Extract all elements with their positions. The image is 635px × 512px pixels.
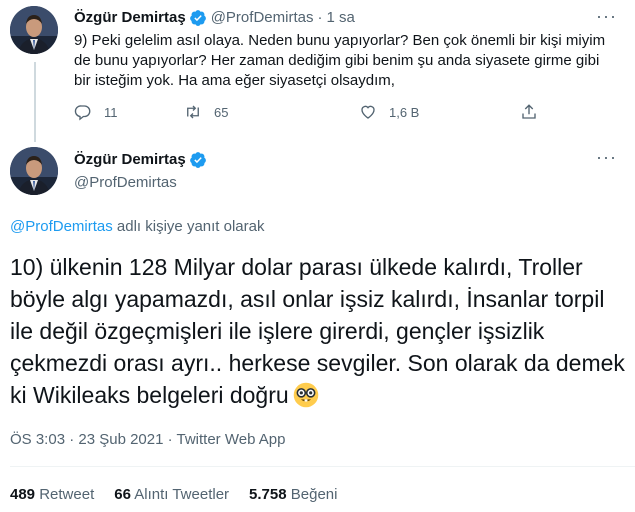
tweet-meta[interactable]: ÖS 3:03 · 23 Şub 2021 · Twitter Web App (10, 430, 285, 450)
verified-badge-icon (189, 10, 206, 26)
reply-mention-link[interactable]: @ProfDemirtas (10, 218, 113, 235)
share-icon (522, 104, 536, 119)
like-icon (361, 105, 375, 119)
thread-connector-line (34, 62, 36, 142)
author-name[interactable]: Özgür Demirtaş (74, 150, 186, 170)
avatar[interactable] (10, 6, 58, 54)
reply-context: @ProfDemirtas adlı kişiye yanıt olarak (10, 217, 265, 237)
stat-count: 5.758 (249, 486, 287, 503)
reply-count: 11 (104, 104, 118, 120)
divider (10, 466, 635, 467)
retweet-icon (187, 105, 199, 119)
verified-badge-icon (189, 152, 206, 168)
reply-button[interactable]: 11 (74, 103, 118, 121)
retweet-stat[interactable]: 489 Retweet (10, 485, 94, 505)
retweet-button[interactable]: 65 (184, 103, 228, 121)
stat-label: Alıntı Tweetler (134, 486, 230, 503)
author-handle[interactable]: @ProfDemirtas (211, 8, 314, 28)
separator-dot: · (317, 9, 323, 26)
more-icon[interactable]: ··· (596, 6, 617, 27)
avatar[interactable] (10, 147, 58, 195)
tweet-time[interactable]: 1 sa (326, 8, 354, 28)
nerd-face-emoji (293, 382, 318, 408)
retweet-count: 65 (214, 104, 229, 120)
tweet-body: 10) ülkenin 128 Milyar dolar parası ülke… (10, 251, 625, 411)
reply-context-text: adlı kişiye yanıt olarak (112, 218, 265, 235)
likes-stat[interactable]: 5.758 Beğeni (249, 485, 337, 505)
like-count: 1,6 B (389, 104, 420, 120)
stat-count: 489 (10, 486, 36, 503)
stat-label: Beğeni (290, 486, 338, 503)
stat-count: 66 (114, 486, 131, 503)
like-button[interactable]: 1,6 B (359, 103, 419, 121)
stat-label: Retweet (39, 486, 95, 503)
tweet-stats: 489 Retweet 66 Alıntı Tweetler 5.758 Beğ… (10, 485, 357, 505)
reply-icon (74, 105, 91, 121)
quote-tweets-stat[interactable]: 66 Alıntı Tweetler (114, 485, 229, 505)
tweet-actions: 11 65 1,6 B (74, 103, 554, 123)
author-handle[interactable]: @ProfDemirtas (74, 173, 177, 193)
author-name[interactable]: Özgür Demirtaş (74, 8, 186, 28)
more-icon[interactable]: ··· (596, 147, 617, 168)
tweet-text: 9) Peki gelelim asıl olaya. Neden bunu y… (74, 32, 606, 89)
share-button[interactable] (520, 103, 550, 121)
